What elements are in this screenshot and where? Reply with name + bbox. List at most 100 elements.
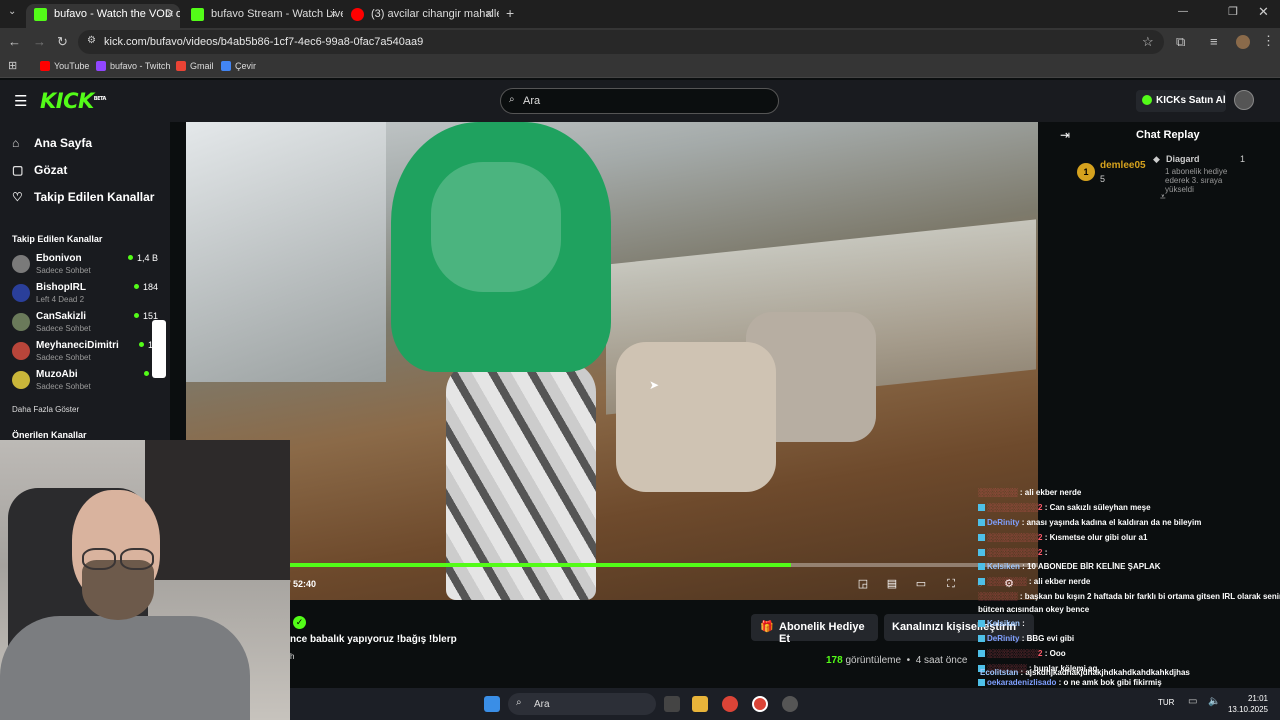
gift-event-name[interactable]: Diagard — [1166, 154, 1200, 164]
search-icon: ⌕ — [509, 94, 515, 105]
bookmark-twitch[interactable]: bufavo - Twitch — [96, 61, 170, 71]
fullscreen-icon[interactable]: ⛶ — [944, 577, 958, 591]
chat-message: Kelsiken : — [978, 619, 1025, 628]
category-tag[interactable]: h — [290, 652, 294, 661]
hamburger-menu-icon[interactable]: ☰ — [14, 92, 27, 110]
kicks-coin-icon — [1142, 95, 1152, 105]
menu-icon[interactable]: ⋮ — [1262, 33, 1275, 49]
chat-message: ░░░░░░░░░2 : — [978, 548, 1047, 557]
avatar — [12, 255, 30, 273]
video-player[interactable]: ➤ — [186, 122, 1038, 600]
miniplayer-icon[interactable]: ◲ — [856, 577, 870, 591]
forward-icon[interactable]: → — [33, 34, 46, 49]
search-input[interactable]: ⌕ Ara — [500, 88, 779, 114]
followed-channel[interactable]: BishopIRL Left 4 Dead 2 184 — [12, 280, 162, 308]
video-window-area — [186, 122, 386, 382]
bookmarks-bar: ⊞ YouTube bufavo - Twitch Gmail Çevir — [0, 56, 1280, 78]
gift-subscription-button[interactable]: 🎁 Abonelik Hediye Et — [751, 614, 878, 645]
gift-icon: 🎁 — [760, 621, 774, 633]
view-stats: 178 görüntüleme • 4 saat önce — [826, 655, 968, 666]
tab-search-icon[interactable]: ⌄ — [8, 6, 16, 17]
file-explorer-icon[interactable] — [692, 696, 708, 712]
show-more-link[interactable]: Daha Fazla Göster — [12, 405, 79, 414]
kick-favicon-icon — [191, 8, 204, 21]
maximize-icon[interactable]: ❐ — [1228, 5, 1238, 18]
tab-kick-vod[interactable]: bufavo - Watch the VOD on × — [26, 4, 180, 28]
followed-channel[interactable]: Ebonivon Sadece Sohbet 1,4 B — [12, 251, 162, 279]
followed-channel[interactable]: MeyhaneciDimitri Sadece Sohbet 12 — [12, 338, 162, 366]
beta-label: BETA — [93, 96, 107, 102]
media-icon[interactable]: ≡ — [1210, 34, 1218, 49]
stream-title: nce babalık yapıyoruz !bağış !blerp — [290, 634, 457, 645]
webcam-background — [145, 440, 290, 580]
home-icon: ⌂ — [12, 136, 20, 150]
youtube-icon — [40, 61, 50, 71]
chrome-active-icon[interactable] — [752, 696, 768, 712]
sidebar-item-following[interactable]: ♡ Takip Edilen Kanallar — [12, 190, 154, 204]
reload-icon[interactable]: ↻ — [57, 34, 68, 50]
kick-logo[interactable]: KICKBETA — [40, 89, 106, 113]
close-window-icon[interactable]: ✕ — [1258, 4, 1269, 20]
avatar — [12, 371, 30, 389]
url-field[interactable]: ⚙ kick.com/bufavo/videos/b4ab5b86-1cf7-4… — [78, 30, 1164, 54]
verified-badge-icon: ✓ — [293, 616, 306, 629]
back-icon[interactable]: ← — [8, 34, 21, 49]
followed-channel[interactable]: CanSakizli Sadece Sohbet 151 — [12, 309, 162, 337]
gift-event-count: 1 — [1240, 154, 1246, 164]
chat-message: DeRinity : BBG evi gibi — [978, 634, 1074, 643]
chat-message: ░░░░░░░░░2 : Ooo — [978, 649, 1066, 658]
video-person-shirt — [391, 122, 611, 372]
taskbar-search[interactable]: ⌕ Ara — [508, 693, 656, 715]
expand-icon[interactable]: ⩡ — [1160, 192, 1166, 203]
bookmark-translate[interactable]: Çevir — [221, 61, 256, 71]
collapse-chat-icon[interactable]: ⇥ — [1060, 128, 1070, 142]
close-tab-icon[interactable]: × — [485, 4, 493, 24]
site-info-icon[interactable]: ⚙ — [87, 35, 96, 46]
theater-mode-icon[interactable]: ▭ — [914, 577, 928, 591]
top-gifter-count: 5 — [1100, 174, 1106, 184]
sidebar-item-browse[interactable]: ▢ Gözat — [12, 163, 67, 177]
avatar — [12, 313, 30, 331]
volume-icon[interactable]: 🔈 — [1208, 696, 1220, 707]
close-tab-icon[interactable]: × — [166, 4, 174, 24]
gmail-icon — [176, 61, 186, 71]
progress-bar[interactable] — [290, 563, 1038, 567]
close-tab-icon[interactable]: × — [329, 4, 337, 24]
bookmark-gmail[interactable]: Gmail — [176, 61, 214, 71]
tab-kick-stream[interactable]: bufavo Stream - Watch Live on × — [183, 4, 343, 28]
chat-message: bütcen acısından okey bence — [978, 605, 1090, 614]
sidebar-item-home[interactable]: ⌂ Ana Sayfa — [12, 136, 92, 150]
bookmark-youtube[interactable]: YouTube — [40, 61, 89, 71]
apps-grid-icon[interactable]: ⊞ — [8, 59, 17, 72]
following-header: Takip Edilen Kanallar — [12, 234, 103, 244]
input-language[interactable]: TUR — [1158, 698, 1174, 707]
search-placeholder: Ara — [523, 95, 541, 107]
address-bar-row: ← → ↻ ⚙ kick.com/bufavo/videos/b4ab5b86-… — [0, 28, 1280, 56]
extensions-icon[interactable]: ⧉ — [1176, 34, 1185, 50]
task-view-icon[interactable] — [664, 696, 680, 712]
profile-avatar[interactable] — [1236, 35, 1250, 49]
chrome-icon[interactable] — [722, 696, 738, 712]
minimize-icon[interactable]: — — [1178, 6, 1188, 17]
video-chair — [616, 342, 776, 492]
chat-message: ░░░░░░░ : başkan bu kışın 2 haftada bir … — [978, 592, 1280, 601]
clip-icon[interactable]: ▤ — [885, 577, 899, 591]
app-icon[interactable] — [782, 696, 798, 712]
system-clock[interactable]: 21:01 13.10.2025 — [1228, 693, 1268, 715]
network-icon[interactable]: ▭ — [1188, 696, 1197, 707]
tab-youtube[interactable]: (3) avcilar cihangir mahallesi tü × — [343, 4, 499, 28]
top-gifter-name[interactable]: demlee05 — [1100, 160, 1146, 171]
user-avatar[interactable] — [1234, 90, 1254, 110]
webcam-person-glasses — [80, 548, 156, 570]
followed-channel[interactable]: MuzoAbi Sadece Sohbet 8 — [12, 367, 162, 395]
buy-kicks-button[interactable]: KICKs Satın Al — [1136, 90, 1226, 112]
windows-taskbar: ⌕ Ara Ecolitstan : ajskdhjkadhakjdhakjhd… — [290, 668, 1280, 720]
windows-start-icon[interactable] — [484, 696, 500, 712]
chat-title: Chat Replay — [1136, 129, 1200, 141]
new-tab-icon[interactable]: + — [506, 5, 514, 21]
webcam-person-shirt — [0, 616, 250, 720]
bookmark-star-icon[interactable]: ☆ — [1142, 34, 1154, 50]
heart-icon: ♡ — [12, 190, 23, 204]
gift-event-text: 1 abonelik hediye ederek 3. sıraya yükse… — [1165, 167, 1228, 194]
tab-title: (3) avcilar cihangir mahallesi tü — [371, 8, 499, 20]
